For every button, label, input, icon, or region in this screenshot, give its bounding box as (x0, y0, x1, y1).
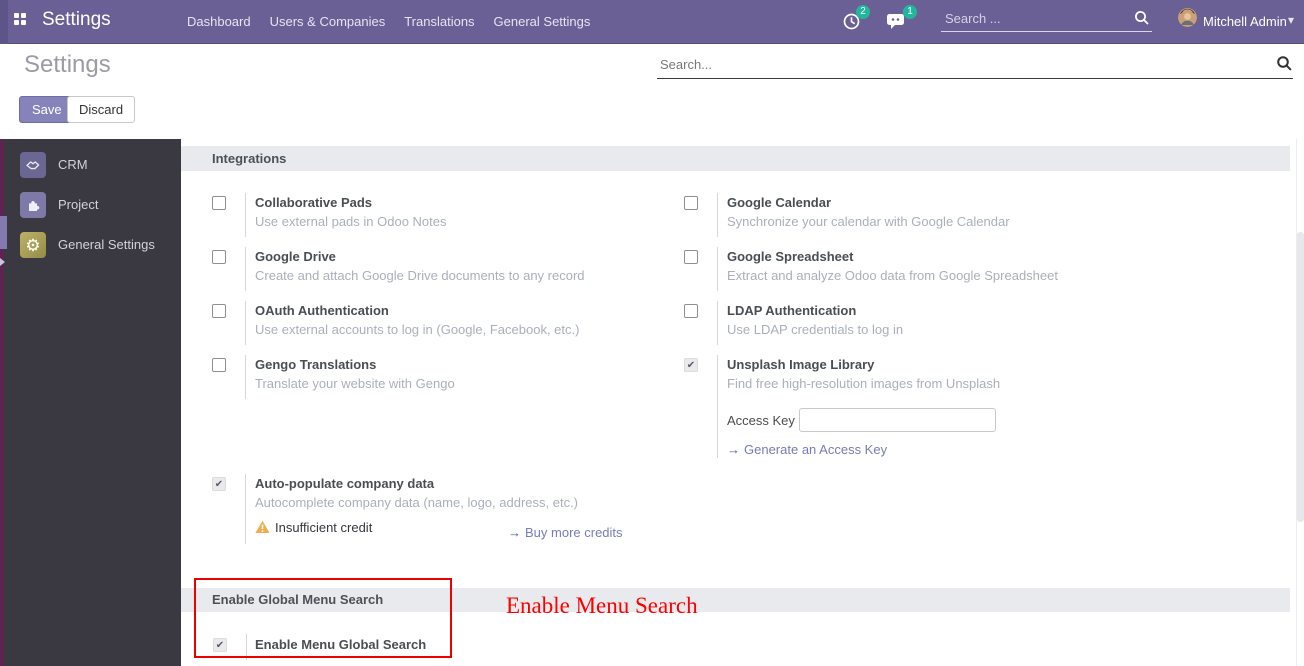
setting-title: Gengo Translations (255, 357, 376, 372)
checkbox[interactable]: ✔ (212, 477, 226, 491)
setting-title: Unsplash Image Library (727, 357, 874, 372)
nav-translations[interactable]: Translations (404, 14, 474, 29)
setting-subtitle: Use external accounts to log in (Google,… (255, 322, 579, 337)
checkbox[interactable] (212, 196, 226, 210)
setting-subtitle: Extract and analyze Odoo data from Googl… (727, 268, 1058, 283)
warning-icon (255, 520, 270, 534)
settings-sidebar: CRM Project ⚙ General Settings (0, 139, 181, 666)
topbar: Settings Dashboard Users & Companies Tra… (0, 0, 1304, 44)
setting-title: Google Spreadsheet (727, 249, 853, 264)
gear-icon: ⚙ (20, 232, 46, 258)
user-avatar[interactable] (1178, 8, 1197, 27)
arrow-right-icon: → (727, 442, 740, 457)
sidebar-item-crm[interactable]: CRM (0, 152, 181, 192)
topbar-nav: Dashboard Users & Companies Translations… (187, 14, 590, 29)
setting-subtitle: Create and attach Google Drive documents… (255, 268, 585, 283)
topbar-search-input[interactable] (941, 6, 1121, 30)
setting-subtitle: Translate your website with Gengo (255, 376, 455, 391)
topbar-search (941, 6, 1152, 32)
divider (245, 355, 246, 399)
setting-subtitle: Synchronize your calendar with Google Ca… (727, 214, 1010, 229)
divider (717, 301, 718, 345)
discard-button[interactable]: Discard (67, 96, 135, 123)
nav-general-settings[interactable]: General Settings (494, 14, 591, 29)
setting-title: OAuth Authentication (255, 303, 389, 318)
settings-search (657, 52, 1293, 79)
settings-page: Settings Dashboard Users & Companies Tra… (0, 0, 1304, 666)
checkbox[interactable] (684, 304, 698, 318)
setting-subtitle: Autocomplete company data (name, logo, a… (255, 495, 578, 510)
topbar-edge (0, 0, 8, 44)
messages-badge: 1 (903, 5, 917, 19)
chevron-down-icon[interactable]: ▾ (1288, 13, 1294, 27)
checkbox[interactable] (212, 250, 226, 264)
sidebar-item-project[interactable]: Project (0, 192, 181, 232)
sidebar-item-general-settings[interactable]: ⚙ General Settings (0, 232, 181, 272)
handshake-icon (20, 152, 46, 178)
access-key-label: Access Key (727, 413, 795, 428)
setting-title: Auto-populate company data (255, 476, 434, 491)
sidebar-item-label: CRM (58, 157, 88, 172)
insufficient-credit-warning: Insufficient credit (255, 520, 372, 535)
divider (717, 355, 718, 458)
annotation-text: Enable Menu Search (506, 593, 698, 619)
checkbox[interactable]: ✔ (684, 358, 698, 372)
settings-search-input[interactable] (657, 52, 1237, 76)
arrow-right-icon: → (508, 525, 521, 540)
setting-title: Google Drive (255, 249, 336, 264)
checkbox[interactable] (684, 250, 698, 264)
nav-dashboard[interactable]: Dashboard (187, 14, 251, 29)
search-icon[interactable] (1134, 10, 1150, 31)
divider (245, 247, 246, 291)
red-highlight-box (194, 578, 452, 658)
setting-subtitle: Find free high-resolution images from Un… (727, 376, 1000, 391)
nav-users-companies[interactable]: Users & Companies (270, 14, 386, 29)
puzzle-icon (20, 192, 46, 218)
apps-menu-icon[interactable] (14, 13, 26, 25)
scrollbar-thumb[interactable] (1297, 232, 1304, 522)
setting-title: LDAP Authentication (727, 303, 856, 318)
activity-badge: 2 (856, 5, 870, 19)
checkbox[interactable] (684, 196, 698, 210)
access-key-input[interactable] (799, 408, 996, 432)
checkbox[interactable] (212, 358, 226, 372)
setting-title: Collaborative Pads (255, 195, 372, 210)
user-name[interactable]: Mitchell Admin (1203, 14, 1287, 29)
integrations-section-header: Integrations (181, 146, 1290, 171)
divider (717, 247, 718, 291)
page-title: Settings (24, 51, 111, 79)
divider (245, 474, 246, 544)
divider (245, 301, 246, 345)
setting-title: Google Calendar (727, 195, 831, 210)
section-title: Integrations (212, 146, 286, 171)
app-title: Settings (42, 9, 111, 31)
sidebar-item-label: General Settings (58, 237, 155, 252)
setting-subtitle: Use LDAP credentials to log in (727, 322, 903, 337)
checkbox[interactable] (212, 304, 226, 318)
divider (717, 193, 718, 237)
search-icon[interactable] (1276, 55, 1293, 77)
setting-subtitle: Use external pads in Odoo Notes (255, 214, 447, 229)
buy-more-credits-link[interactable]: →Buy more credits (508, 525, 623, 540)
divider (245, 193, 246, 237)
generate-access-key-link[interactable]: →Generate an Access Key (727, 442, 887, 457)
sidebar-item-label: Project (58, 197, 98, 212)
